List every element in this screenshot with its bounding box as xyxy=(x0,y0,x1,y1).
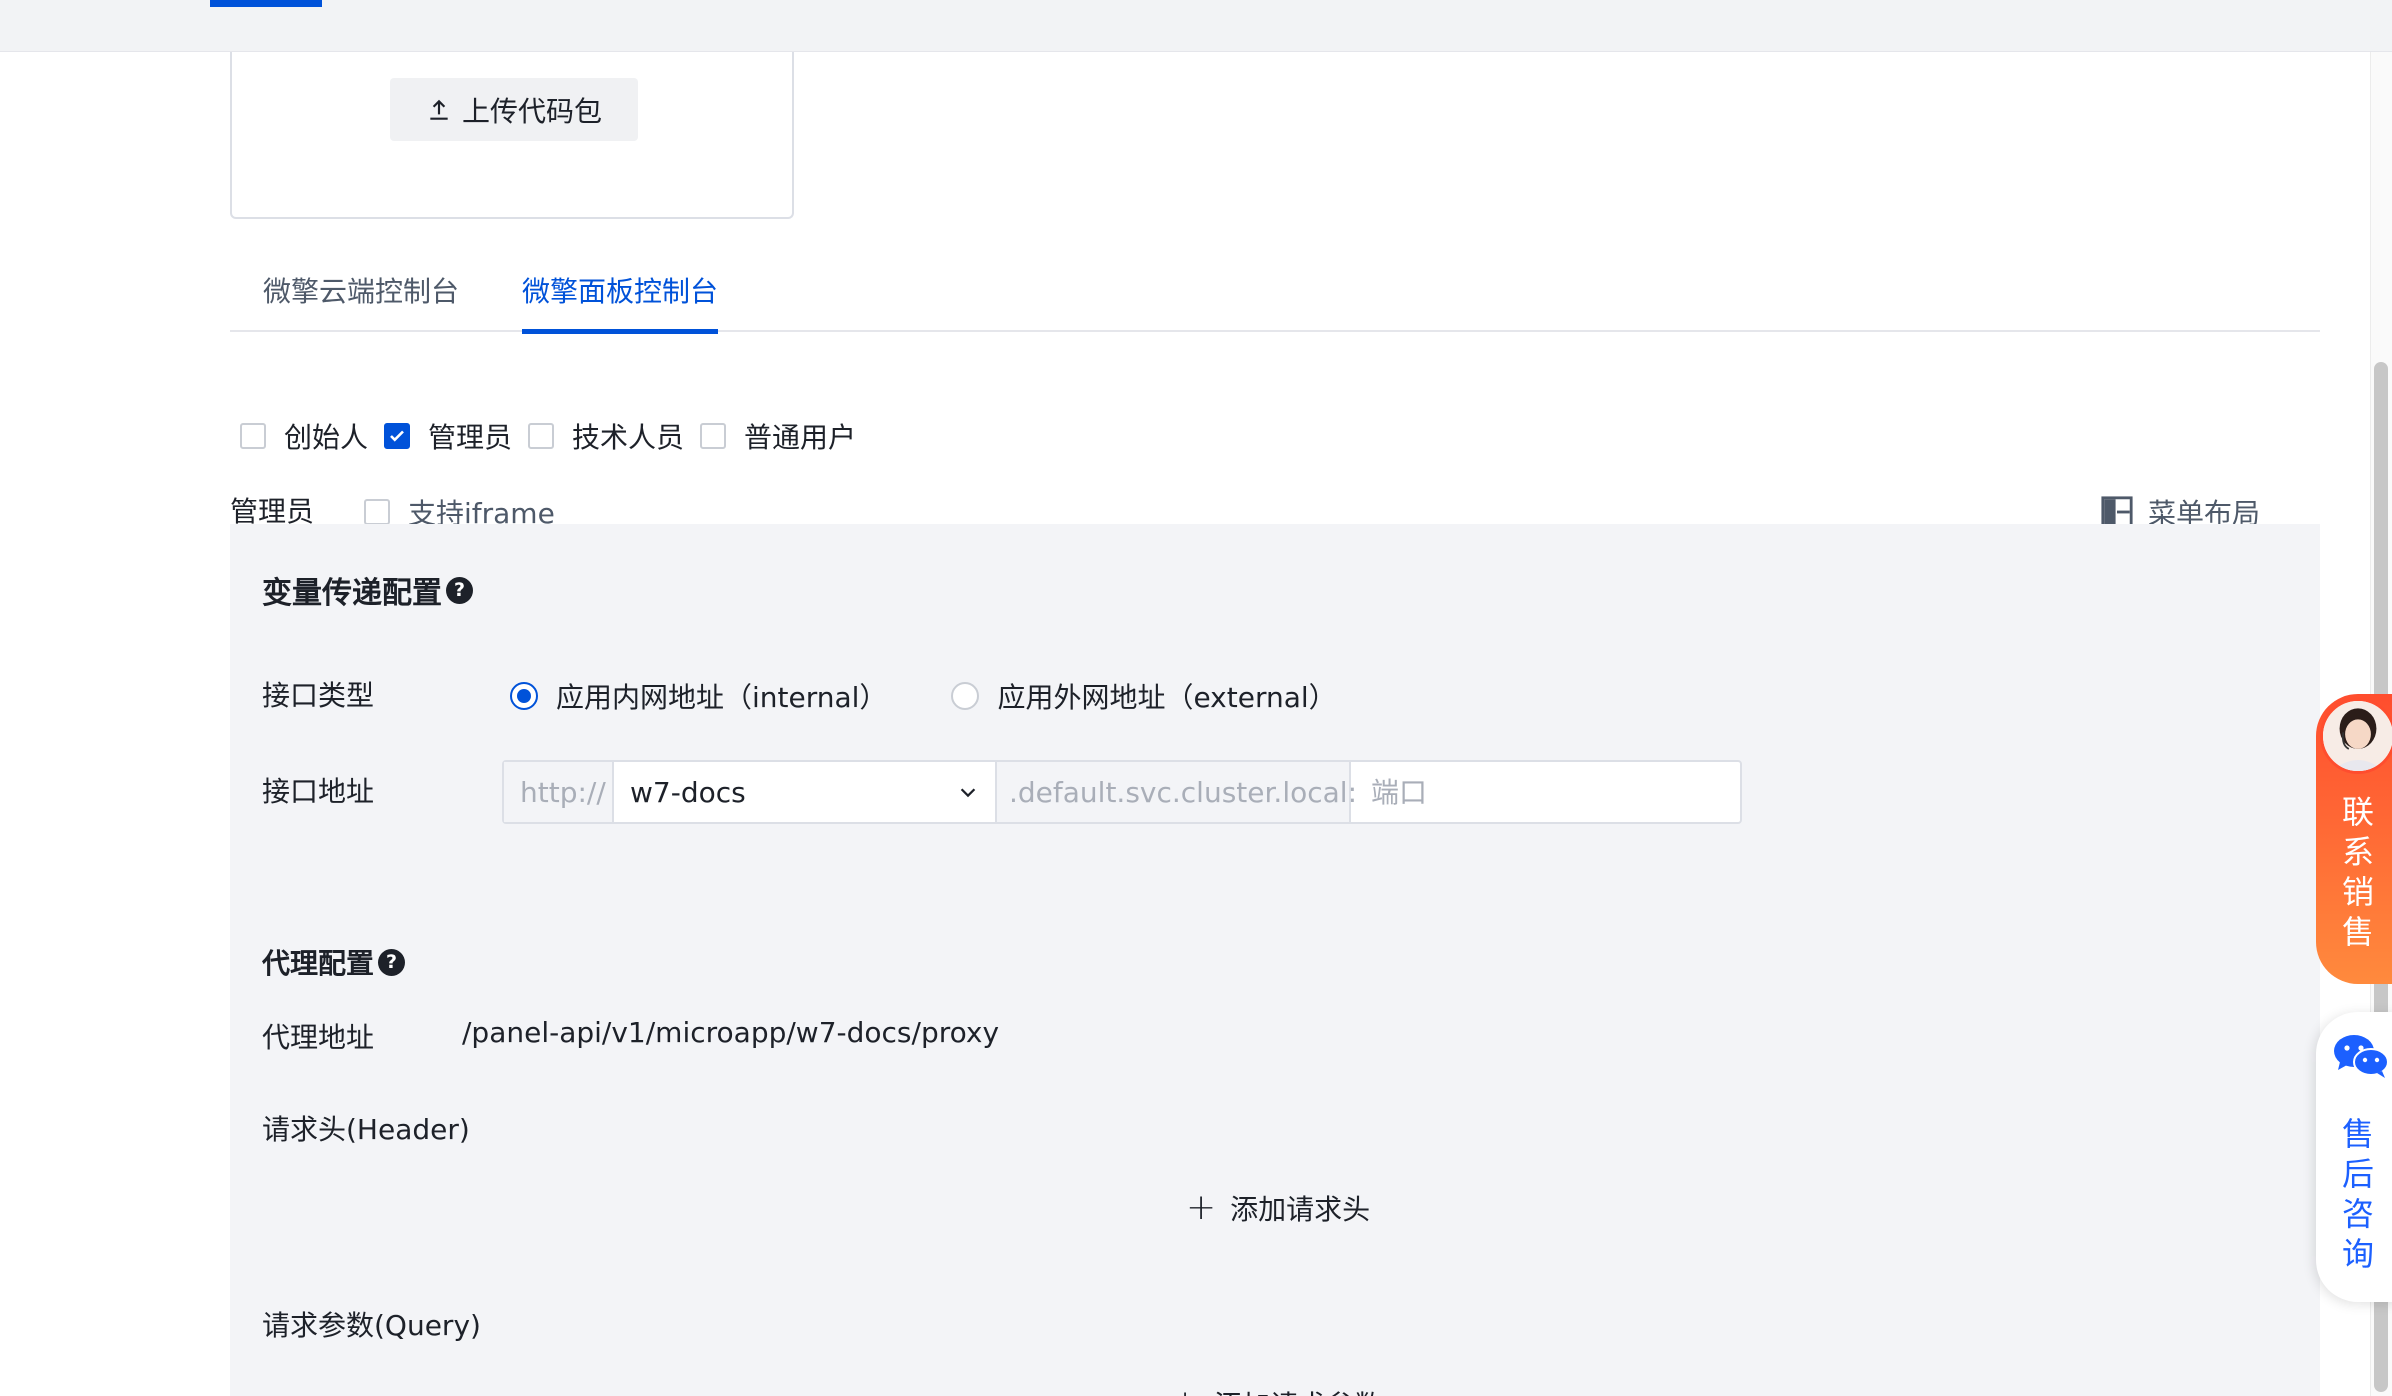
proxy-config-title-text: 代理配置 xyxy=(262,947,375,980)
service-select[interactable]: w7-docs xyxy=(614,762,997,822)
radio-external-label: 应用外网地址（external） xyxy=(997,681,1337,714)
tab-panel-console[interactable]: 微擎面板控制台 xyxy=(522,262,719,334)
role-admin[interactable]: 管理员 xyxy=(384,416,512,456)
role-admin-checkbox[interactable] xyxy=(384,423,411,449)
role-founder-checkbox[interactable] xyxy=(240,423,266,449)
chevron-down-icon xyxy=(960,788,976,798)
variable-config-title: 变量传递配置 ? xyxy=(262,568,473,612)
wechat-icon xyxy=(2334,1035,2389,1078)
proxy-config-title: 代理配置 ? xyxy=(262,942,406,982)
role-founder-label: 创始人 xyxy=(284,421,369,454)
role-admin-label: 管理员 xyxy=(428,421,513,454)
main-content: 上传代码包 微擎云端控制台 微擎面板控制台 创始人 管理员 技术人员 普通用户 … xyxy=(0,52,2370,1396)
tab-cloud-console[interactable]: 微擎云端控制台 xyxy=(263,262,459,332)
sales-agent-avatar xyxy=(2320,698,2392,774)
port-input[interactable] xyxy=(1351,762,1740,822)
interface-address-input-group: http:// w7-docs .default.svc.cluster.loc… xyxy=(502,760,1742,824)
upload-code-package-button[interactable]: 上传代码包 xyxy=(390,78,638,141)
active-nav-indicator xyxy=(210,0,322,7)
add-query-label: 添加请求参数 xyxy=(1214,1384,1382,1396)
help-icon[interactable]: ? xyxy=(378,948,406,976)
role-user[interactable]: 普通用户 xyxy=(700,416,856,456)
contact-sales-float-button[interactable]: 联 系 销 售 xyxy=(2316,694,2392,984)
console-tabs: 微擎云端控制台 微擎面板控制台 xyxy=(230,262,2320,334)
after-sales-label: 售 后 咨 询 xyxy=(2341,1115,2374,1273)
request-query-label: 请求参数(Query) xyxy=(262,1309,481,1342)
role-tech-checkbox[interactable] xyxy=(528,423,555,449)
after-sales-float-button[interactable]: 售 后 咨 询 xyxy=(2316,1012,2392,1302)
radio-external[interactable]: 应用外网地址（external） xyxy=(951,676,1337,716)
add-header-button[interactable]: + 添加请求头 xyxy=(1186,1188,1370,1228)
addr-suffix: .default.svc.cluster.local: xyxy=(997,762,1357,822)
role-founder[interactable]: 创始人 xyxy=(240,416,368,456)
contact-sales-label: 联 系 销 售 xyxy=(2341,793,2374,951)
interface-type-label: 接口类型 xyxy=(262,679,375,712)
help-icon[interactable]: ? xyxy=(446,576,473,604)
top-nav-strip xyxy=(0,0,2392,52)
radio-external-dot[interactable] xyxy=(951,682,980,710)
service-select-value: w7-docs xyxy=(630,775,746,809)
role-tech-label: 技术人员 xyxy=(572,421,685,454)
add-header-label: 添加请求头 xyxy=(1230,1193,1371,1226)
proxy-addr-label: 代理地址 xyxy=(262,1021,375,1054)
upload-icon xyxy=(430,99,448,120)
interface-addr-label: 接口地址 xyxy=(262,775,375,808)
request-header-label: 请求头(Header) xyxy=(262,1113,470,1146)
proxy-addr-value: /panel-api/v1/microapp/w7-docs/proxy xyxy=(462,1016,1000,1049)
plus-icon: + xyxy=(1170,1386,1200,1396)
addr-prefix: http:// xyxy=(504,762,614,822)
upload-button-label: 上传代码包 xyxy=(461,94,602,128)
radio-internal-label: 应用内网地址（internal） xyxy=(556,681,888,714)
radio-internal-dot[interactable] xyxy=(510,682,538,710)
role-checkbox-group: 创始人 管理员 技术人员 普通用户 xyxy=(240,416,868,456)
config-panel: 变量传递配置 ? 接口类型 应用内网地址（internal） 应用外网地址（ex… xyxy=(230,524,2320,1396)
role-user-checkbox[interactable] xyxy=(700,423,727,449)
role-tech[interactable]: 技术人员 xyxy=(528,416,684,456)
check-icon xyxy=(390,430,404,442)
plus-icon: + xyxy=(1186,1187,1217,1228)
iframe-support-checkbox[interactable] xyxy=(364,499,390,525)
variable-config-title-text: 变量传递配置 xyxy=(262,576,442,611)
interface-type-radio-group: 应用内网地址（internal） 应用外网地址（external） xyxy=(510,674,1401,718)
radio-internal[interactable]: 应用内网地址（internal） xyxy=(510,676,887,716)
upload-area: 上传代码包 xyxy=(230,52,794,219)
add-query-button[interactable]: + 添加请求参数 xyxy=(1170,1384,1382,1396)
role-user-label: 普通用户 xyxy=(744,421,857,454)
